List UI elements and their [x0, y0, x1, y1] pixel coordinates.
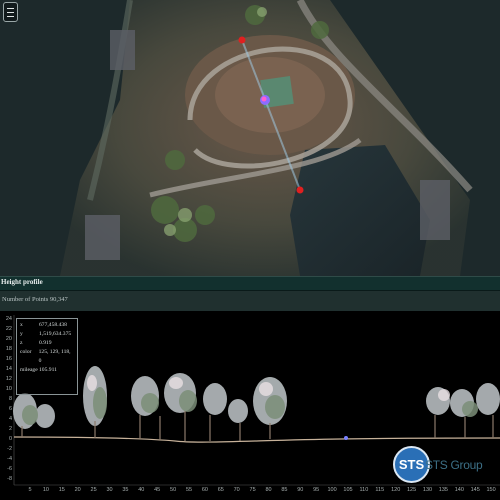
y-tick-label: 4 [8, 416, 12, 422]
x-tick-label: 45 [154, 487, 161, 493]
x-tick-label: 145 [470, 487, 480, 493]
tooltip-key: x [20, 322, 23, 328]
x-tick-label: 70 [233, 487, 240, 493]
tooltip-row: x 677,458.438 [20, 321, 74, 330]
x-tick-label: 25 [90, 487, 97, 493]
profile-info-bar: Number of Points 90,347 [0, 291, 500, 311]
x-tick-label: 55 [185, 487, 193, 493]
x-tick-label: 5 [28, 487, 32, 493]
x-tick-label: 15 [58, 487, 65, 493]
x-tick-label: 30 [106, 487, 113, 493]
tooltip-key: mileage [20, 367, 38, 373]
x-tick-label: 35 [122, 487, 129, 493]
x-tick-label: 65 [217, 487, 224, 493]
x-tick-label: 150 [486, 487, 496, 493]
x-tick-label: 90 [297, 487, 304, 493]
x-tick-label: 85 [281, 487, 288, 493]
y-tick-label: 10 [5, 386, 12, 392]
panel-title: Height profile [1, 278, 43, 286]
tooltip-row: mileage 105.911 [20, 366, 74, 375]
x-tick-label: 100 [327, 487, 337, 493]
tooltip-value: 125, 129, 118, 0 [38, 349, 71, 364]
tooltip-key: color [20, 349, 32, 355]
y-tick-label: -6 [7, 466, 12, 472]
y-tick-label: 8 [8, 396, 12, 402]
y-tick-label: -4 [7, 456, 12, 462]
tooltip-key: z [20, 340, 23, 346]
tooltip-row: y 1,519,634.375 [20, 330, 74, 339]
y-tick-label: 2 [8, 426, 12, 432]
profile-end-marker [296, 186, 304, 194]
x-tick-label: 120 [391, 487, 401, 493]
x-tick-label: 80 [265, 487, 272, 493]
tooltip-value: 105.911 [39, 367, 57, 373]
y-tick-label: -8 [7, 476, 12, 482]
x-tick-label: 125 [407, 487, 417, 493]
tooltip-row: z 0.919 [20, 339, 74, 348]
y-tick-label: 20 [5, 336, 12, 342]
tooltip-value: 0.919 [39, 340, 52, 346]
x-tick-label: 115 [375, 487, 385, 493]
x-tick-label: 40 [138, 487, 145, 493]
tooltip-value: 677,458.438 [39, 322, 67, 328]
height-profile-plot[interactable]: 24 22 20 18 16 14 12 10 8 6 4 2 0 -2 -4 -6 -8 5 10 15 20 25 3… [0, 311, 500, 500]
point-cloud-viewport[interactable] [0, 0, 500, 276]
tree-clusters [13, 366, 500, 441]
x-tick-label: 75 [249, 487, 256, 493]
x-tick-label: 50 [170, 487, 177, 493]
height-profile-header: Height profile [0, 276, 500, 291]
tooltip-row: color 125, 129, 118, 0 [20, 348, 74, 366]
x-tick-label: 110 [359, 487, 369, 493]
y-tick-label: 12 [5, 376, 12, 382]
x-tick-label: 140 [454, 487, 464, 493]
x-tick-label: 95 [313, 487, 320, 493]
x-tick-label: 130 [422, 487, 433, 493]
x-tick-label: 20 [74, 487, 81, 493]
y-tick-label: 24 [5, 316, 12, 322]
points-count: Number of Points 90,347 [2, 296, 68, 303]
sts-logo: STS STS Group [393, 446, 498, 486]
tooltip-value: 1,519,634.375 [39, 331, 72, 337]
x-tick-label: 60 [201, 487, 208, 493]
point-cloud-render[interactable] [0, 0, 500, 276]
y-tick-label: 6 [8, 406, 12, 412]
y-tick-label: 0 [8, 436, 12, 442]
y-tick-label: 18 [5, 346, 12, 352]
tooltip-key: y [20, 331, 23, 337]
y-tick-label: 16 [5, 356, 12, 362]
logo-text: STS Group [425, 458, 483, 472]
y-tick-label: -2 [7, 446, 12, 452]
y-tick-label: 22 [5, 326, 12, 332]
point-info-tooltip: x 677,458.438 y 1,519,634.375 z 0.919 color 125… [16, 318, 78, 395]
x-tick-label: 10 [42, 487, 49, 493]
hamburger-icon [7, 7, 14, 9]
x-tick-label: 105 [343, 487, 353, 493]
profile-cursor-point [344, 436, 348, 440]
y-tick-label: 14 [5, 366, 12, 372]
profile-start-marker [238, 36, 246, 44]
x-tick-label: 135 [438, 487, 448, 493]
menu-button[interactable] [3, 2, 18, 22]
